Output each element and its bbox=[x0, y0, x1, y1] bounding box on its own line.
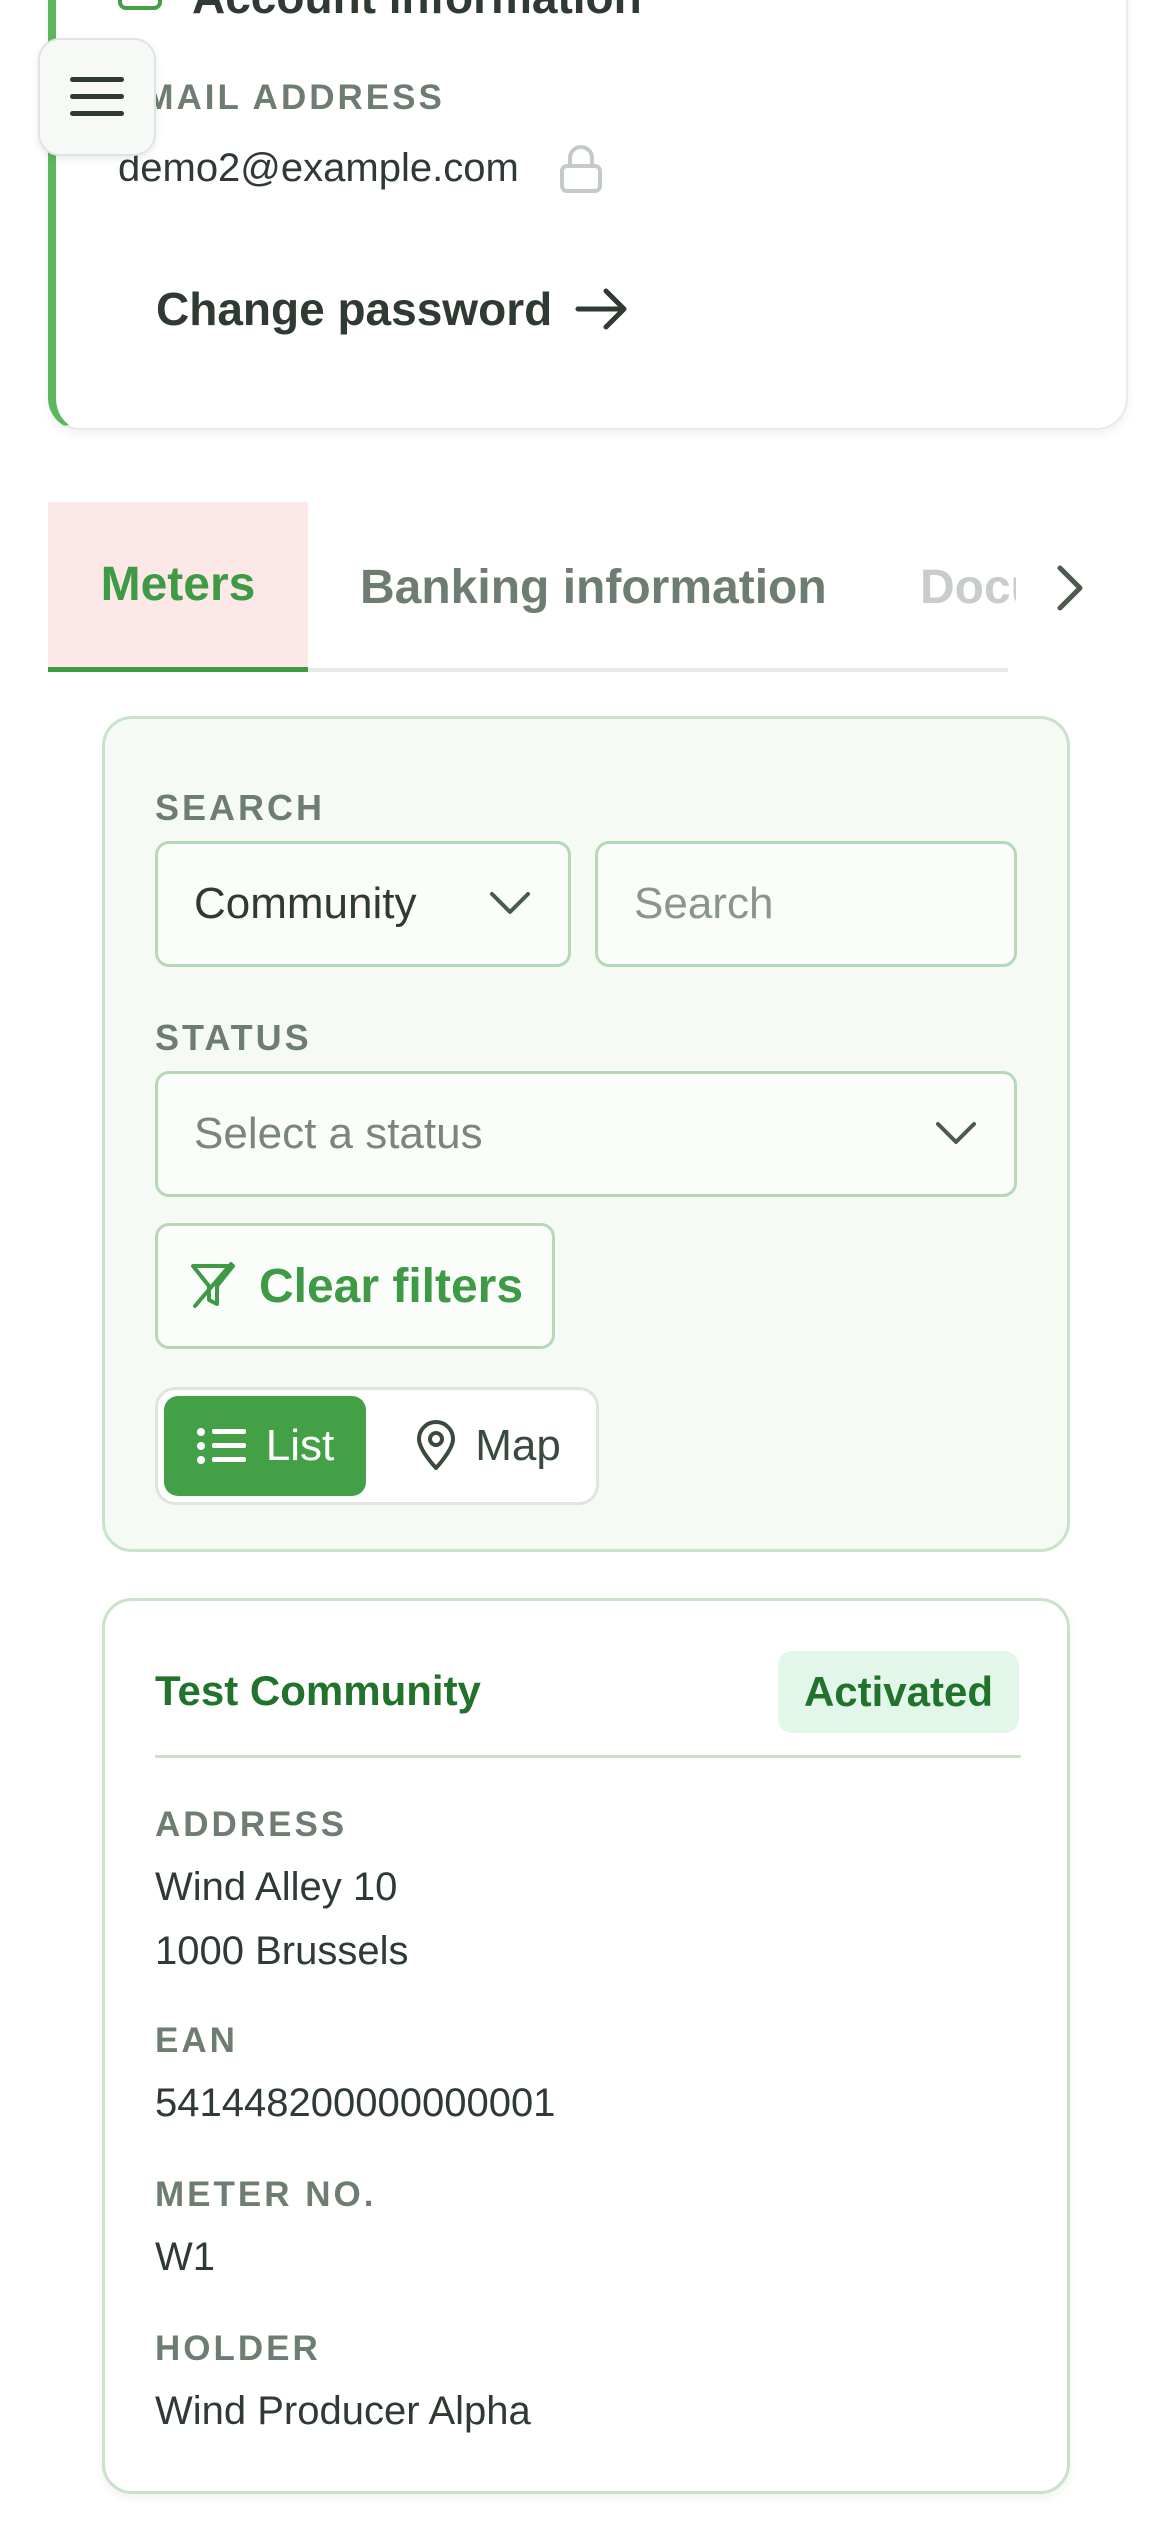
account-card bbox=[48, 0, 1128, 430]
address-line-2: 1000 Brussels bbox=[155, 1929, 409, 1973]
meter-no-label: METER NO. bbox=[155, 2175, 377, 2214]
clear-filters-button[interactable]: Clear filters bbox=[155, 1223, 555, 1349]
ean-value: 541448200000000001 bbox=[155, 2081, 556, 2125]
tab-bar: Meters Banking information Documents bbox=[48, 502, 1016, 672]
change-password-link[interactable]: Change password bbox=[156, 282, 630, 336]
address-label: ADDRESS bbox=[155, 1805, 348, 1844]
chevron-down-icon bbox=[936, 1122, 976, 1144]
map-pin-icon bbox=[417, 1420, 456, 1470]
chevron-down-icon bbox=[490, 892, 530, 914]
list-icon bbox=[196, 1428, 246, 1464]
search-input[interactable] bbox=[595, 841, 1017, 967]
email-label: EMAIL ADDRESS bbox=[118, 78, 445, 117]
status-badge: Activated bbox=[777, 1651, 1019, 1733]
tab-documents[interactable]: Documents bbox=[920, 502, 1016, 672]
address-line-1: Wind Alley 10 bbox=[155, 1865, 398, 1909]
tab-meters[interactable]: Meters bbox=[48, 502, 308, 672]
email-value: demo2@example.com bbox=[118, 146, 519, 190]
tab-banking-information[interactable]: Banking information bbox=[360, 502, 827, 672]
list-view-button[interactable]: List bbox=[164, 1396, 366, 1496]
holder-label: HOLDER bbox=[155, 2329, 321, 2368]
filter-clear-icon bbox=[190, 1262, 235, 1308]
search-field-select[interactable]: Community bbox=[155, 841, 571, 967]
hamburger-icon bbox=[70, 77, 124, 117]
search-label: SEARCH bbox=[155, 787, 326, 828]
view-toggle: List Map bbox=[155, 1387, 599, 1505]
status-placeholder: Select a status bbox=[194, 1109, 483, 1158]
arrow-right-icon bbox=[575, 288, 627, 330]
ean-label: EAN bbox=[155, 2021, 238, 2060]
status-label: STATUS bbox=[155, 1017, 312, 1058]
meter-no-value: W1 bbox=[155, 2235, 215, 2279]
filter-panel: SEARCH Community STATUS Select a status … bbox=[102, 716, 1070, 1552]
search-field-value: Community bbox=[194, 879, 417, 928]
chevron-right-icon[interactable] bbox=[1040, 560, 1096, 616]
holder-value: Wind Producer Alpha bbox=[155, 2389, 531, 2433]
account-heading: Account information bbox=[192, 0, 642, 24]
clear-filters-label: Clear filters bbox=[258, 1259, 524, 1313]
menu-button[interactable] bbox=[38, 38, 156, 156]
divider bbox=[155, 1755, 1021, 1758]
meter-card[interactable]: Test Community Activated ADDRESS Wind Al… bbox=[102, 1598, 1070, 2494]
list-view-label: List bbox=[265, 1421, 335, 1470]
lock-icon bbox=[560, 145, 602, 193]
change-password-label: Change password bbox=[156, 283, 553, 335]
map-view-button[interactable]: Map bbox=[388, 1396, 588, 1496]
account-icon bbox=[118, 0, 162, 10]
meter-name: Test Community bbox=[155, 1667, 481, 1714]
status-select[interactable]: Select a status bbox=[155, 1071, 1017, 1197]
map-view-label: Map bbox=[475, 1421, 561, 1470]
